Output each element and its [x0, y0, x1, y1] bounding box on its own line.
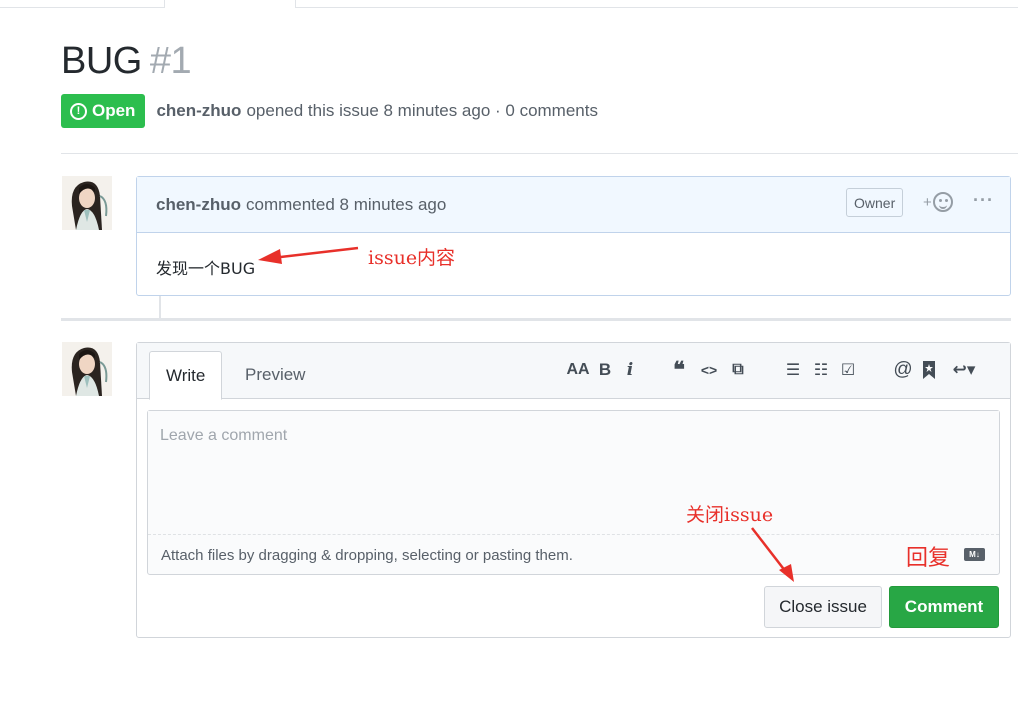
markdown-icon[interactable]: M↓: [964, 548, 985, 561]
bookmark-icon[interactable]: [921, 357, 937, 383]
comment-body: 发现一个BUG: [156, 259, 256, 278]
mention-icon[interactable]: @: [893, 357, 913, 383]
reply-icon[interactable]: ↩▾: [947, 357, 981, 383]
link-icon[interactable]: ⧉: [727, 357, 749, 383]
state-badge: ! Open: [61, 94, 146, 128]
issue-title-text: BUG: [61, 40, 142, 82]
issue-comment: chen-zhuo commented 8 minutes ago Owner …: [136, 176, 1011, 296]
timeline-separator: [61, 318, 1011, 321]
smiley-icon: [932, 192, 953, 212]
issue-title: BUG #1: [61, 40, 192, 83]
top-tab-bar: [0, 0, 1018, 8]
owner-badge: Owner: [846, 188, 904, 217]
comment-editor: Attach files by dragging & dropping, sel…: [147, 410, 1000, 575]
italic-icon[interactable]: i: [625, 357, 635, 383]
header-divider: [61, 153, 1018, 154]
file-attachment-zone[interactable]: Attach files by dragging & dropping, sel…: [148, 534, 999, 574]
annotation-issue-content: issue内容: [368, 247, 456, 269]
list-unordered-icon[interactable]: ☰: [783, 357, 803, 383]
state-label: Open: [92, 101, 136, 120]
attach-files-text: Attach files by dragging & dropping, sel…: [161, 547, 573, 564]
timeline-line: [159, 296, 161, 318]
text-size-icon[interactable]: AA: [566, 357, 589, 383]
issue-author-link[interactable]: chen-zhuo: [156, 101, 241, 121]
plus-icon: +: [923, 193, 932, 211]
current-user-avatar[interactable]: [62, 342, 112, 396]
issue-opened-icon: !: [70, 102, 87, 120]
issue-meta: ! Open chen-zhuo opened this issue 8 min…: [61, 94, 598, 128]
comment-avatar[interactable]: [62, 176, 112, 230]
add-reaction-button[interactable]: +: [923, 192, 953, 212]
markdown-toolbar: AA B i ❝ <> ⧉ ☰ ☷ ☑ @ ↩▾: [566, 357, 981, 383]
comment-timestamp[interactable]: commented 8 minutes ago: [246, 195, 446, 215]
code-icon[interactable]: <>: [699, 357, 719, 383]
comment-button[interactable]: Comment: [889, 586, 999, 628]
tab-preview[interactable]: Preview: [229, 351, 321, 399]
comment-header: chen-zhuo commented 8 minutes ago Owner …: [137, 177, 1010, 233]
active-top-tab[interactable]: [164, 0, 296, 8]
annotation-reply: 回复: [906, 546, 951, 571]
avatar-image: [62, 342, 112, 396]
comment-form-head: Write Preview AA B i ❝ <> ⧉ ☰ ☷ ☑ @ ↩▾: [137, 343, 1010, 400]
list-ordered-icon[interactable]: ☷: [811, 357, 831, 383]
bold-icon[interactable]: B: [599, 357, 611, 383]
comment-textarea[interactable]: [148, 411, 999, 534]
tab-write[interactable]: Write: [149, 351, 223, 400]
issue-number: #1: [149, 40, 192, 82]
new-comment-form: Write Preview AA B i ❝ <> ⧉ ☰ ☷ ☑ @ ↩▾ L…: [136, 342, 1011, 638]
avatar-image: [62, 176, 112, 230]
close-issue-button[interactable]: Close issue: [764, 586, 882, 628]
tasklist-icon[interactable]: ☑: [837, 357, 859, 383]
kebab-horizontal-icon[interactable]: ···: [973, 190, 994, 211]
quote-icon[interactable]: ❝: [669, 357, 689, 383]
annotation-close-issue: 关闭issue: [686, 504, 774, 526]
comment-author-link[interactable]: chen-zhuo: [156, 195, 241, 215]
issue-summary: opened this issue 8 minutes ago · 0 comm…: [246, 101, 598, 120]
bookmark-glyph: [923, 361, 935, 379]
